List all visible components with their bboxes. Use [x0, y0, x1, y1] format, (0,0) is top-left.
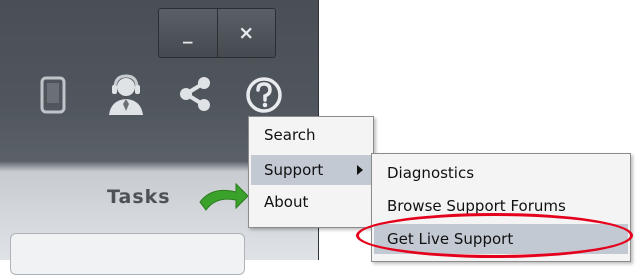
window-controls: _ ×: [158, 8, 276, 58]
submenu-item-diagnostics[interactable]: Diagnostics: [374, 158, 628, 188]
menu-item-label: Browse Support Forums: [387, 197, 566, 215]
support-submenu: Diagnostics Browse Support Forums Get Li…: [371, 153, 631, 262]
submenu-item-get-live-support[interactable]: Get Live Support: [374, 224, 628, 254]
menu-item-search[interactable]: Search: [251, 120, 371, 150]
menu-item-label: Support: [264, 161, 324, 179]
close-button[interactable]: ×: [216, 9, 276, 57]
menu-item-label: Diagnostics: [387, 164, 475, 182]
menu-item-label: About: [264, 193, 309, 211]
menu-item-about[interactable]: About: [251, 187, 371, 217]
tasks-label[interactable]: Tasks: [107, 186, 171, 208]
tasks-search-box[interactable]: [10, 233, 245, 275]
submenu-item-browse-support-forums[interactable]: Browse Support Forums: [374, 191, 628, 221]
help-menu: Search Support About: [248, 116, 374, 228]
mobile-icon[interactable]: [38, 75, 68, 115]
menu-item-label: Search: [264, 126, 316, 144]
menu-item-label: Get Live Support: [387, 230, 514, 248]
share-icon[interactable]: [176, 75, 214, 113]
live-support-agent-icon[interactable]: [103, 72, 149, 116]
minimize-button[interactable]: _: [159, 9, 217, 57]
menu-item-support[interactable]: Support: [251, 155, 371, 185]
submenu-arrow-icon: [357, 165, 363, 175]
tasks-arrow-icon: [196, 180, 249, 218]
help-icon[interactable]: [243, 74, 285, 116]
